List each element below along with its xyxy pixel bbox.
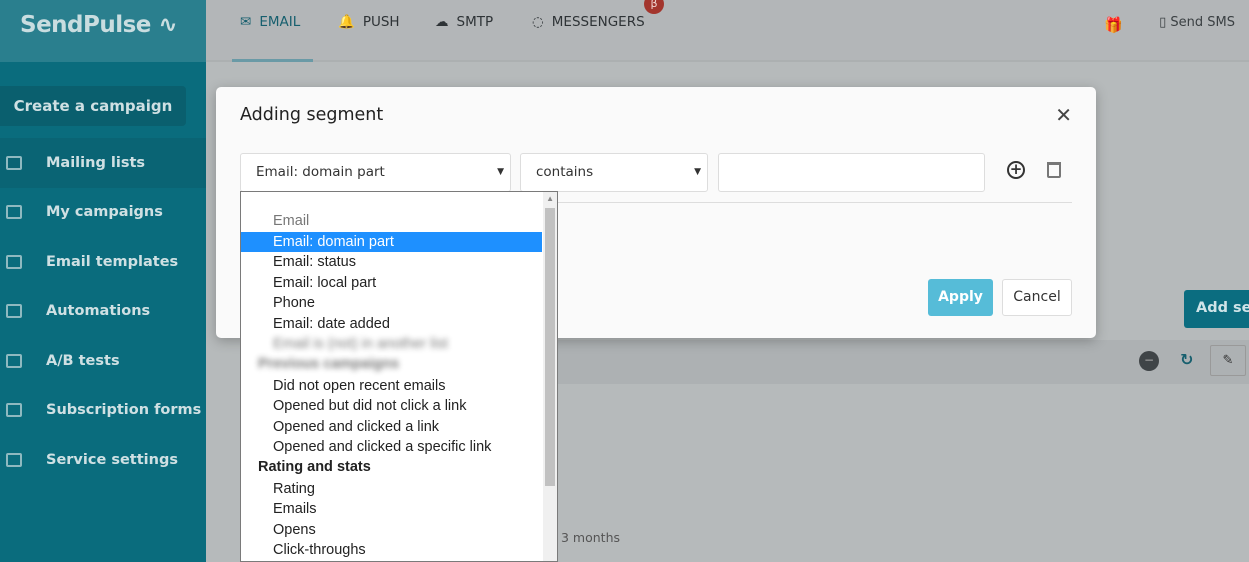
tab-smtp[interactable]: ☁ SMTP: [435, 14, 493, 30]
sidebar-item-service-settings[interactable]: Service settings: [0, 435, 206, 485]
cloud-upload-icon: ☁: [435, 14, 449, 30]
add-segment-button[interactable]: Add segment: [1184, 290, 1249, 328]
dropdown-option[interactable]: Email: date added: [241, 314, 557, 335]
menu-icon: [6, 304, 22, 319]
active-tab-indicator: [232, 59, 313, 62]
menu-icon: [6, 155, 22, 170]
dropdown-option[interactable]: Email is (not) in another list: [241, 334, 557, 355]
menu-icon: [6, 353, 22, 368]
sidebar-item-label: Service settings: [46, 451, 178, 468]
dropdown-option[interactable]: Opened and clicked a specific link: [241, 437, 557, 458]
sidebar-item-label: A/B tests: [46, 352, 120, 369]
cancel-button[interactable]: Cancel: [1002, 279, 1072, 316]
sidebar-item-mailing-lists[interactable]: Mailing lists: [0, 138, 206, 188]
sidebar-item-label: Subscription forms: [46, 402, 202, 419]
edit-icon[interactable]: ✎: [1210, 345, 1246, 376]
dropdown-option[interactable]: Rating: [241, 479, 557, 500]
option-group-label: Rating and stats: [258, 458, 371, 475]
sidebar-item-label: Email templates: [46, 253, 179, 270]
logo[interactable]: SendPulse ∿: [0, 0, 206, 62]
bell-icon: 🔔: [338, 14, 355, 30]
tab-messengers[interactable]: ◌ MESSENGERS: [532, 14, 645, 30]
envelope-icon: ✉: [240, 14, 252, 30]
operator-select[interactable]: contains ▼: [520, 153, 708, 192]
menu-icon: [6, 254, 22, 269]
beta-badge: β: [644, 0, 664, 14]
chat-icon: ◌: [532, 14, 544, 30]
dropdown-option[interactable]: Email: domain part: [241, 231, 542, 252]
sidebar-item-label: Automations: [46, 303, 151, 320]
menu-icon: [6, 403, 22, 418]
field-select[interactable]: Email: domain part ▼: [240, 153, 511, 192]
scroll-up-icon[interactable]: ▲: [546, 194, 554, 203]
dropdown-option[interactable]: Phone: [241, 293, 557, 314]
send-sms-button[interactable]: ▯ Send SMS: [1159, 15, 1235, 30]
scrollbar-thumb[interactable]: [545, 208, 555, 486]
refresh-icon[interactable]: ↻: [1180, 350, 1193, 369]
close-icon[interactable]: ✕: [1055, 103, 1072, 127]
dropdown-option[interactable]: Opened but did not click a link: [241, 396, 557, 417]
sidebar-item-label: My campaigns: [46, 204, 163, 221]
chevron-down-icon: ▼: [497, 167, 504, 177]
divider: [556, 202, 1072, 203]
dropdown-option[interactable]: Opened and clicked a link: [241, 417, 557, 438]
dropdown-option[interactable]: Opens: [241, 520, 557, 541]
dropdown-option[interactable]: Email: local part: [241, 273, 557, 294]
pulse-icon: ∿: [158, 12, 178, 38]
dropdown-option[interactable]: Emails: [241, 499, 557, 520]
sidebar-item-my-campaigns[interactable]: My campaigns: [0, 188, 206, 238]
scrollbar[interactable]: ▲: [543, 192, 557, 561]
menu-icon: [6, 452, 22, 467]
menu-icon: [6, 205, 22, 220]
top-nav: ✉ EMAIL 🔔 PUSH ☁ SMTP ◌ MESSENGERS β 🎁 ▯ Send S…: [206, 0, 1249, 62]
minus-icon[interactable]: −: [1139, 351, 1159, 371]
sidebar-item-label: Mailing lists: [46, 154, 146, 171]
gift-icon[interactable]: 🎁: [1104, 16, 1123, 34]
tab-email[interactable]: ✉ EMAIL: [240, 14, 300, 30]
add-condition-icon[interactable]: +: [1007, 161, 1025, 179]
sidebar-item-email-templates[interactable]: Email templates: [0, 237, 206, 287]
period-label: 3 months: [561, 530, 621, 545]
sidebar: SendPulse ∿ Create a campaign Mailing li…: [0, 0, 206, 562]
dropdown-option[interactable]: Click-throughs: [241, 540, 557, 561]
phone-icon: ▯: [1159, 15, 1167, 30]
value-input[interactable]: [718, 153, 985, 192]
chevron-down-icon: ▼: [694, 167, 701, 177]
modal-title: Adding segment: [240, 105, 384, 125]
create-campaign-button[interactable]: Create a campaign: [0, 86, 186, 126]
option-group-label: Previous campaigns: [258, 355, 400, 372]
sidebar-item-a-b-tests[interactable]: A/B tests: [0, 336, 206, 386]
sidebar-nav: Mailing lists My campaigns Email templates…: [0, 138, 206, 485]
dropdown-option: Email: [273, 213, 310, 229]
trash-icon[interactable]: [1047, 162, 1061, 178]
dropdown-option[interactable]: Email: status: [241, 252, 557, 273]
dropdown-option[interactable]: Did not open recent emails: [241, 376, 557, 397]
sidebar-item-subscription-forms[interactable]: Subscription forms: [0, 386, 206, 436]
apply-button[interactable]: Apply: [928, 279, 993, 316]
tab-push[interactable]: 🔔 PUSH: [338, 14, 400, 30]
field-dropdown-list[interactable]: Email Email: domain part Email: status Emai…: [240, 191, 558, 562]
sidebar-item-automations[interactable]: Automations: [0, 287, 206, 337]
